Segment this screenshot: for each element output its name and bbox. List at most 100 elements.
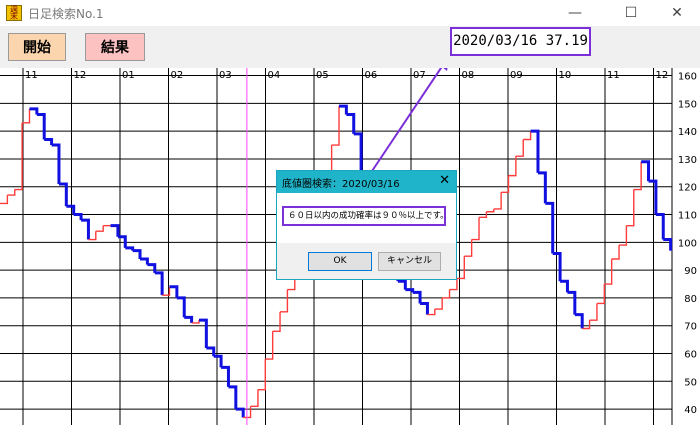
price-step — [420, 301, 429, 315]
price-step — [589, 303, 598, 321]
price-step — [7, 189, 16, 196]
minimize-button[interactable]: — — [552, 2, 598, 24]
x-tick-label: 04 — [268, 70, 281, 81]
start-button[interactable]: 開始 — [8, 33, 66, 61]
price-step — [655, 213, 665, 240]
price-step — [339, 104, 348, 115]
x-tick-label: 06 — [365, 70, 378, 81]
x-tick-label: 07 — [413, 70, 426, 81]
price-step — [235, 407, 245, 418]
price-step — [184, 315, 194, 323]
y-tick-label: 150 — [678, 99, 697, 110]
price-step — [132, 249, 142, 260]
price-step — [154, 271, 164, 296]
price-step — [169, 285, 179, 298]
price-step — [574, 313, 584, 329]
price-step — [280, 289, 289, 313]
result-dialog: 底値圏検索：2020/03/16 ✕ ６０日以内の成功確率は９０％以上です。 O… — [276, 170, 457, 280]
price-step — [58, 182, 68, 207]
price-step — [44, 137, 54, 146]
price-step — [537, 171, 547, 204]
x-tick-label: 02 — [171, 70, 184, 81]
price-step — [442, 289, 451, 299]
y-tick-label: 160 — [678, 72, 697, 83]
price-step — [663, 238, 673, 251]
y-tick-label: 140 — [678, 127, 697, 138]
price-step — [206, 346, 216, 357]
price-step — [493, 192, 502, 210]
dialog-message: ６０日以内の成功確率は９０％以上です。 — [282, 206, 446, 226]
price-step — [265, 331, 274, 360]
date-value-readout: 2020/03/16 37.19 — [450, 27, 591, 56]
price-step — [125, 246, 135, 251]
price-step — [110, 224, 120, 237]
price-step — [272, 311, 281, 332]
price-step — [0, 195, 9, 205]
price-step — [221, 365, 230, 387]
price-step — [250, 389, 259, 408]
x-tick-label: 01 — [122, 70, 135, 81]
y-tick-label: 60 — [684, 350, 697, 361]
window-titlebar: 週末 日足検索No.1 — ☐ ✕ — [0, 0, 700, 26]
price-step — [140, 257, 149, 265]
price-step — [73, 213, 83, 221]
window-title: 日足検索No.1 — [28, 7, 104, 21]
price-step — [95, 225, 104, 232]
y-tick-label: 80 — [684, 294, 697, 305]
price-step — [486, 208, 495, 213]
x-tick-label: 05 — [316, 70, 329, 81]
price-step — [515, 139, 524, 157]
ok-button[interactable]: OK — [308, 252, 372, 271]
price-step — [228, 385, 238, 410]
result-button[interactable]: 結果 — [85, 33, 145, 61]
maximize-button[interactable]: ☐ — [608, 2, 654, 24]
price-step — [648, 179, 658, 215]
price-step — [66, 204, 76, 215]
x-tick-label: 09 — [510, 70, 523, 81]
price-step — [434, 297, 443, 310]
price-step — [176, 296, 186, 318]
price-step — [456, 256, 465, 280]
close-window-button[interactable]: ✕ — [654, 2, 700, 24]
price-step — [51, 143, 61, 184]
price-step — [198, 318, 208, 348]
price-step — [471, 217, 480, 241]
y-tick-label: 130 — [678, 155, 697, 166]
price-step — [405, 288, 415, 293]
price-step — [449, 278, 458, 291]
y-tick-label: 50 — [684, 377, 697, 388]
price-step — [81, 218, 90, 240]
cancel-button[interactable]: キャンセル — [378, 252, 441, 271]
y-tick-label: 100 — [678, 238, 697, 249]
x-tick-label: 11 — [25, 70, 38, 81]
price-step — [29, 107, 39, 115]
dialog-title: 底値圏検索：2020/03/16 — [282, 179, 400, 190]
dialog-close-icon[interactable]: ✕ — [439, 173, 450, 188]
y-tick-label: 120 — [678, 183, 697, 194]
price-step — [147, 263, 157, 273]
price-step — [36, 112, 46, 140]
x-tick-label: 11 — [607, 70, 620, 81]
price-step — [611, 245, 620, 260]
price-step — [596, 284, 606, 305]
price-step — [287, 278, 296, 291]
x-tick-label: 08 — [462, 70, 475, 81]
price-step — [560, 279, 569, 293]
price-step — [501, 175, 510, 193]
price-step — [530, 129, 540, 173]
price-step — [257, 359, 267, 391]
x-tick-label: 12 — [656, 70, 669, 81]
y-tick-label: 70 — [684, 322, 697, 333]
x-tick-label: 12 — [74, 70, 87, 81]
price-step — [545, 201, 555, 254]
price-step — [641, 160, 651, 182]
price-step — [626, 189, 635, 227]
price-step — [14, 122, 23, 191]
price-step — [331, 106, 340, 146]
x-tick-label: 10 — [559, 70, 572, 81]
price-step — [523, 131, 532, 141]
y-tick-label: 110 — [678, 211, 697, 222]
y-tick-label: 40 — [684, 405, 697, 416]
dialog-titlebar: 底値圏検索：2020/03/16 ✕ — [277, 171, 456, 193]
price-step — [633, 161, 642, 191]
